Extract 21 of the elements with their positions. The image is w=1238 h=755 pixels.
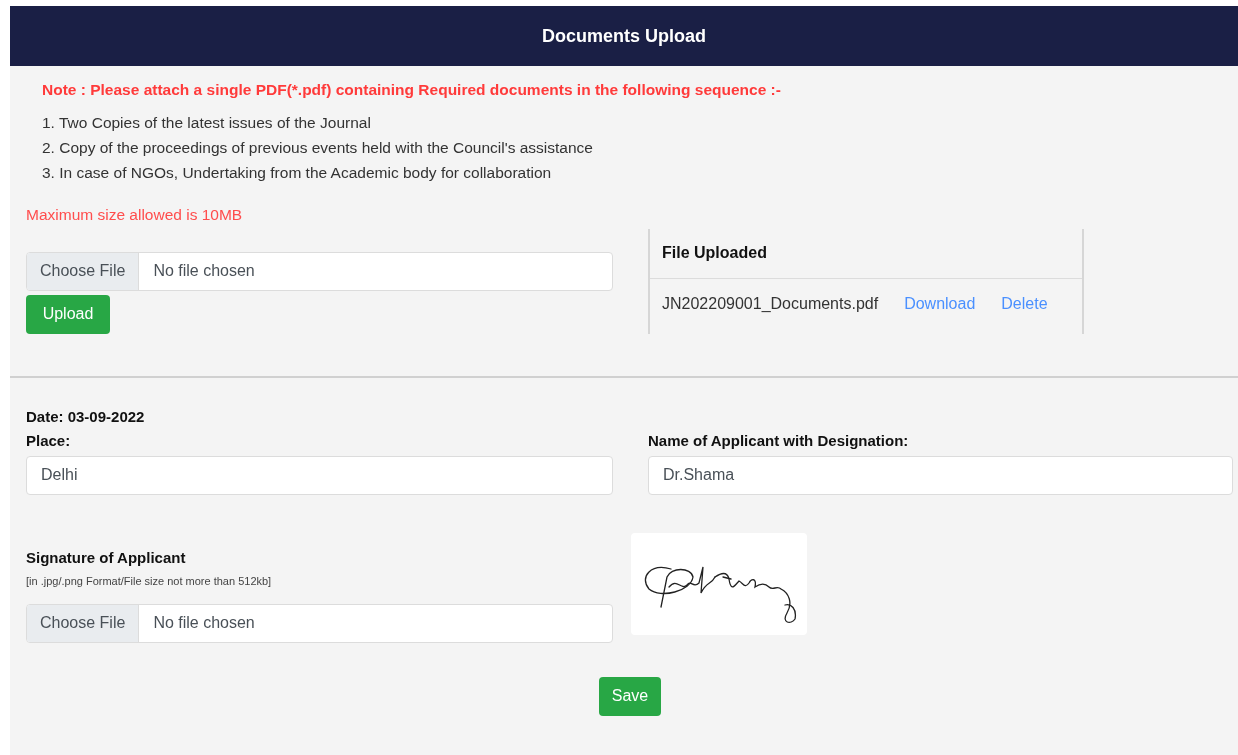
date-text: Date: 03-09-2022: [26, 406, 146, 427]
choose-file-button[interactable]: Choose File: [27, 604, 140, 642]
signature-file-input[interactable]: Choose File No file chosen: [26, 603, 613, 643]
requirement-item: 1. Two Copies of the latest issues of the Journal: [42, 113, 372, 134]
file-name: JN202209001_Documents.pdf: [662, 293, 879, 314]
applicant-label: Name of Applicant with Designation:: [648, 431, 910, 451]
place-label: Place:: [26, 431, 72, 451]
note-text: Note : Please attach a single PDF(*.pdf) containing Required documents in the following sequence :-: [41, 80, 782, 100]
table-header: File Uploaded: [650, 228, 1082, 279]
requirement-item: 3. In case of NGOs, Undertaking from the Academic body for collaboration: [42, 163, 553, 184]
applicant-field[interactable]: Dr.Shama: [648, 455, 1233, 495]
document-file-input[interactable]: Choose File No file chosen: [26, 251, 613, 291]
page-title: Documents Upload: [542, 24, 706, 48]
file-status: No file chosen: [152, 261, 256, 281]
requirement-item: 2. Copy of the proceedings of previous events held with the Council's assistance: [42, 138, 594, 159]
signature-label: Signature of Applicant: [26, 547, 187, 568]
place-field[interactable]: Delhi: [26, 455, 613, 495]
signature-hint: [in .jpg/.png Format/File size not more than 512kb]: [26, 574, 273, 589]
max-size-note: Maximum size allowed is 10MB: [26, 205, 244, 226]
file-status: No file chosen: [152, 613, 256, 633]
choose-file-button[interactable]: Choose File: [27, 252, 140, 290]
